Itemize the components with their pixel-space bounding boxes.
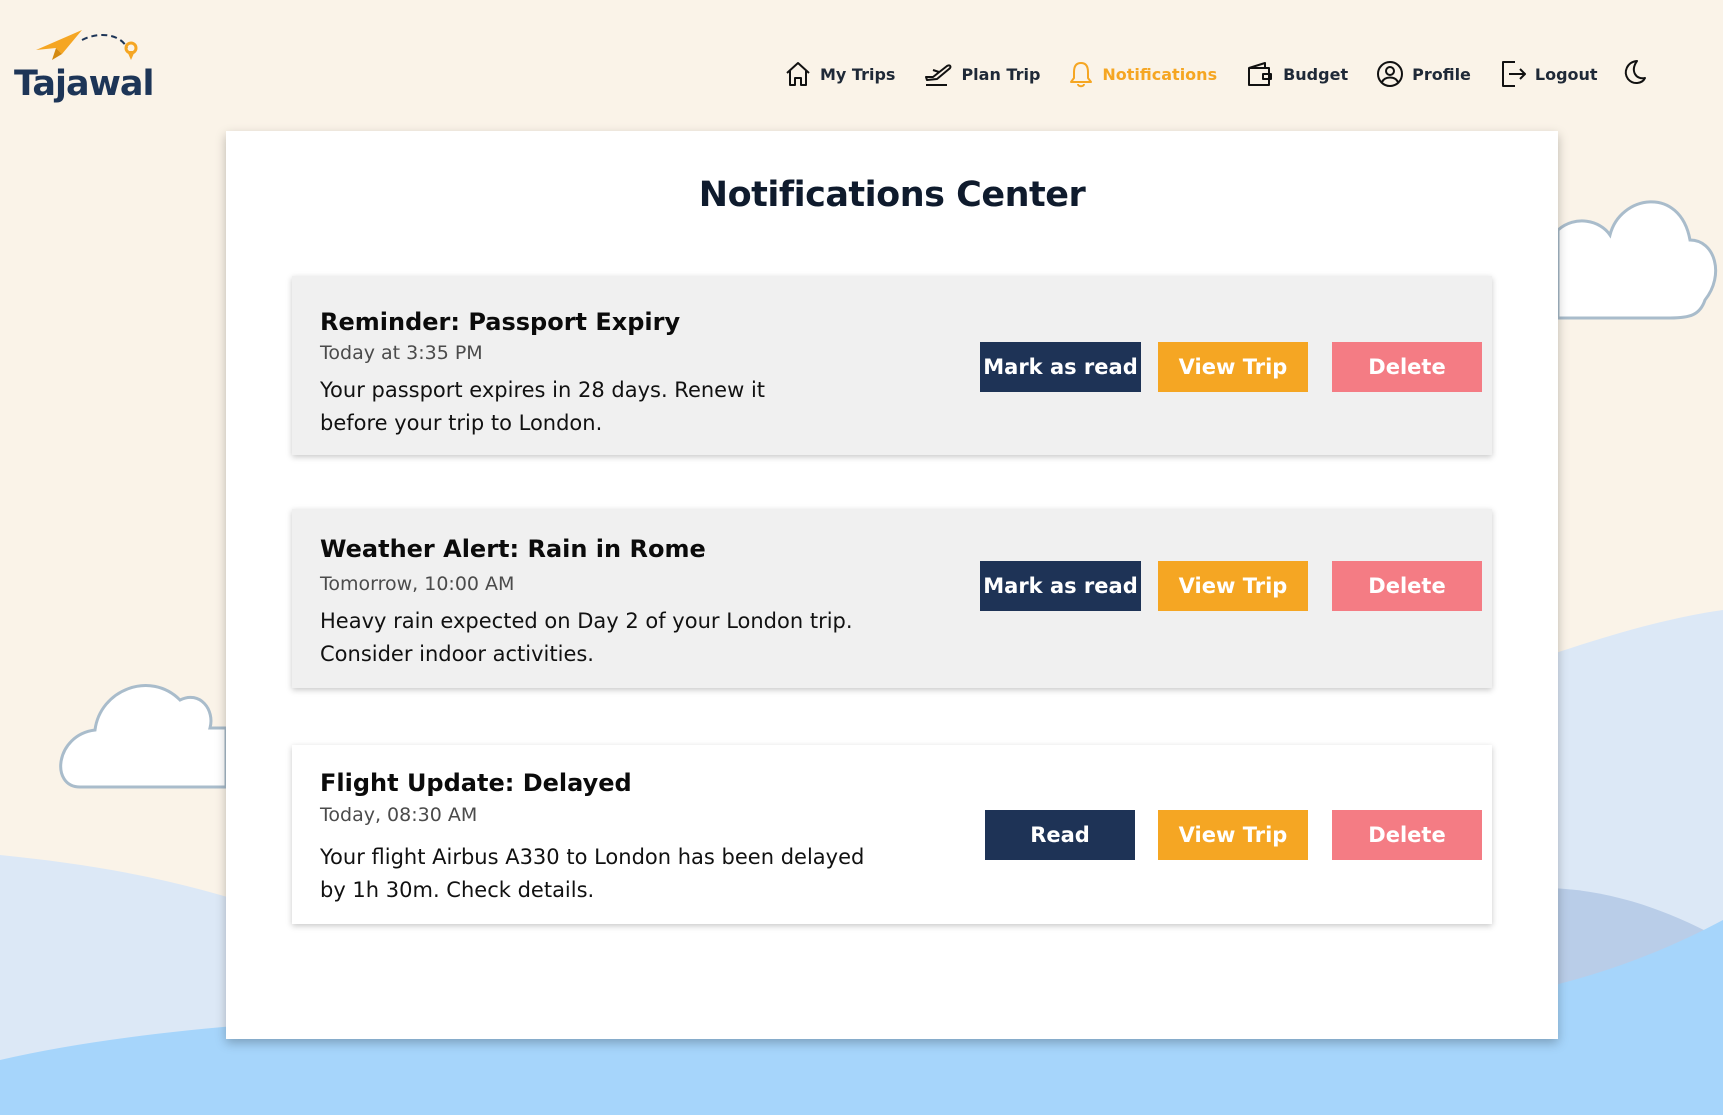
view-trip-button[interactable]: View Trip [1158,561,1308,611]
notification-title: Flight Update: Delayed [320,769,632,797]
notification-card: Weather Alert: Rain in Rome Tomorrow, 10… [292,509,1492,688]
delete-button[interactable]: Delete [1332,342,1482,392]
notification-body: Heavy rain expected on Day 2 of your Lon… [320,609,853,666]
notification-card: Flight Update: Delayed Today, 08:30 AM Y… [292,745,1492,924]
read-button[interactable]: Read [985,810,1135,860]
brand-name: Tajawal [14,64,155,104]
mark-as-read-button[interactable]: Mark as read [980,561,1141,611]
nav-label-profile: Profile [1412,64,1471,84]
logout-icon [1501,61,1526,87]
nav-logout[interactable]: Logout [1499,59,1598,89]
notification-time: Tomorrow, 10:00 AM [320,573,515,595]
nav-plan-trip[interactable]: Plan Trip [923,60,1040,88]
notification-title: Reminder: Passport Expiry [320,308,681,336]
wallet-icon [1248,62,1273,86]
nav-label-logout: Logout [1534,64,1598,84]
nav-budget[interactable]: Budget [1245,60,1348,88]
nav-profile[interactable]: Profile [1376,60,1471,88]
cloud-right [1556,200,1718,320]
notification-body: Your passport expires in 28 days. Renew … [320,378,766,435]
page-title: Notifications Center [698,175,1086,215]
delete-button[interactable]: Delete [1332,561,1482,611]
delete-button[interactable]: Delete [1332,810,1482,860]
notification-time: Today at 3:35 PM [320,342,483,364]
notifications-panel: Notifications Center Reminder: Passport … [226,131,1558,1039]
cloud-left [59,684,228,789]
nav-label-my-trips: My Trips [820,64,896,84]
brand-logo[interactable]: Tajawal [14,28,155,108]
mark-as-read-button[interactable]: Mark as read [980,342,1141,392]
paper-plane-logo-icon [36,30,138,60]
nav-notifications[interactable]: Notifications [1068,60,1217,88]
theme-toggle-button[interactable] [1618,58,1648,92]
notification-time: Today, 08:30 AM [320,804,478,826]
user-circle-icon [1377,61,1404,87]
notification-card: Reminder: Passport Expiry Today at 3:35 … [292,276,1492,455]
plane-icon [925,64,952,86]
nav-my-trips[interactable]: My Trips [784,60,895,88]
nav-label-budget: Budget [1283,64,1349,84]
view-trip-button[interactable]: View Trip [1158,342,1308,392]
notification-title: Weather Alert: Rain in Rome [320,535,706,563]
moon-icon [1624,60,1646,84]
home-icon [786,62,810,86]
main-nav: My Trips Plan Trip Notifications Budget … [784,56,1626,92]
nav-label-plan-trip: Plan Trip [961,64,1041,84]
nav-label-notifications: Notifications [1102,64,1218,84]
bell-icon [1070,62,1093,88]
notification-body: Your flight Airbus A330 to London has be… [320,845,865,902]
view-trip-button[interactable]: View Trip [1158,810,1308,860]
